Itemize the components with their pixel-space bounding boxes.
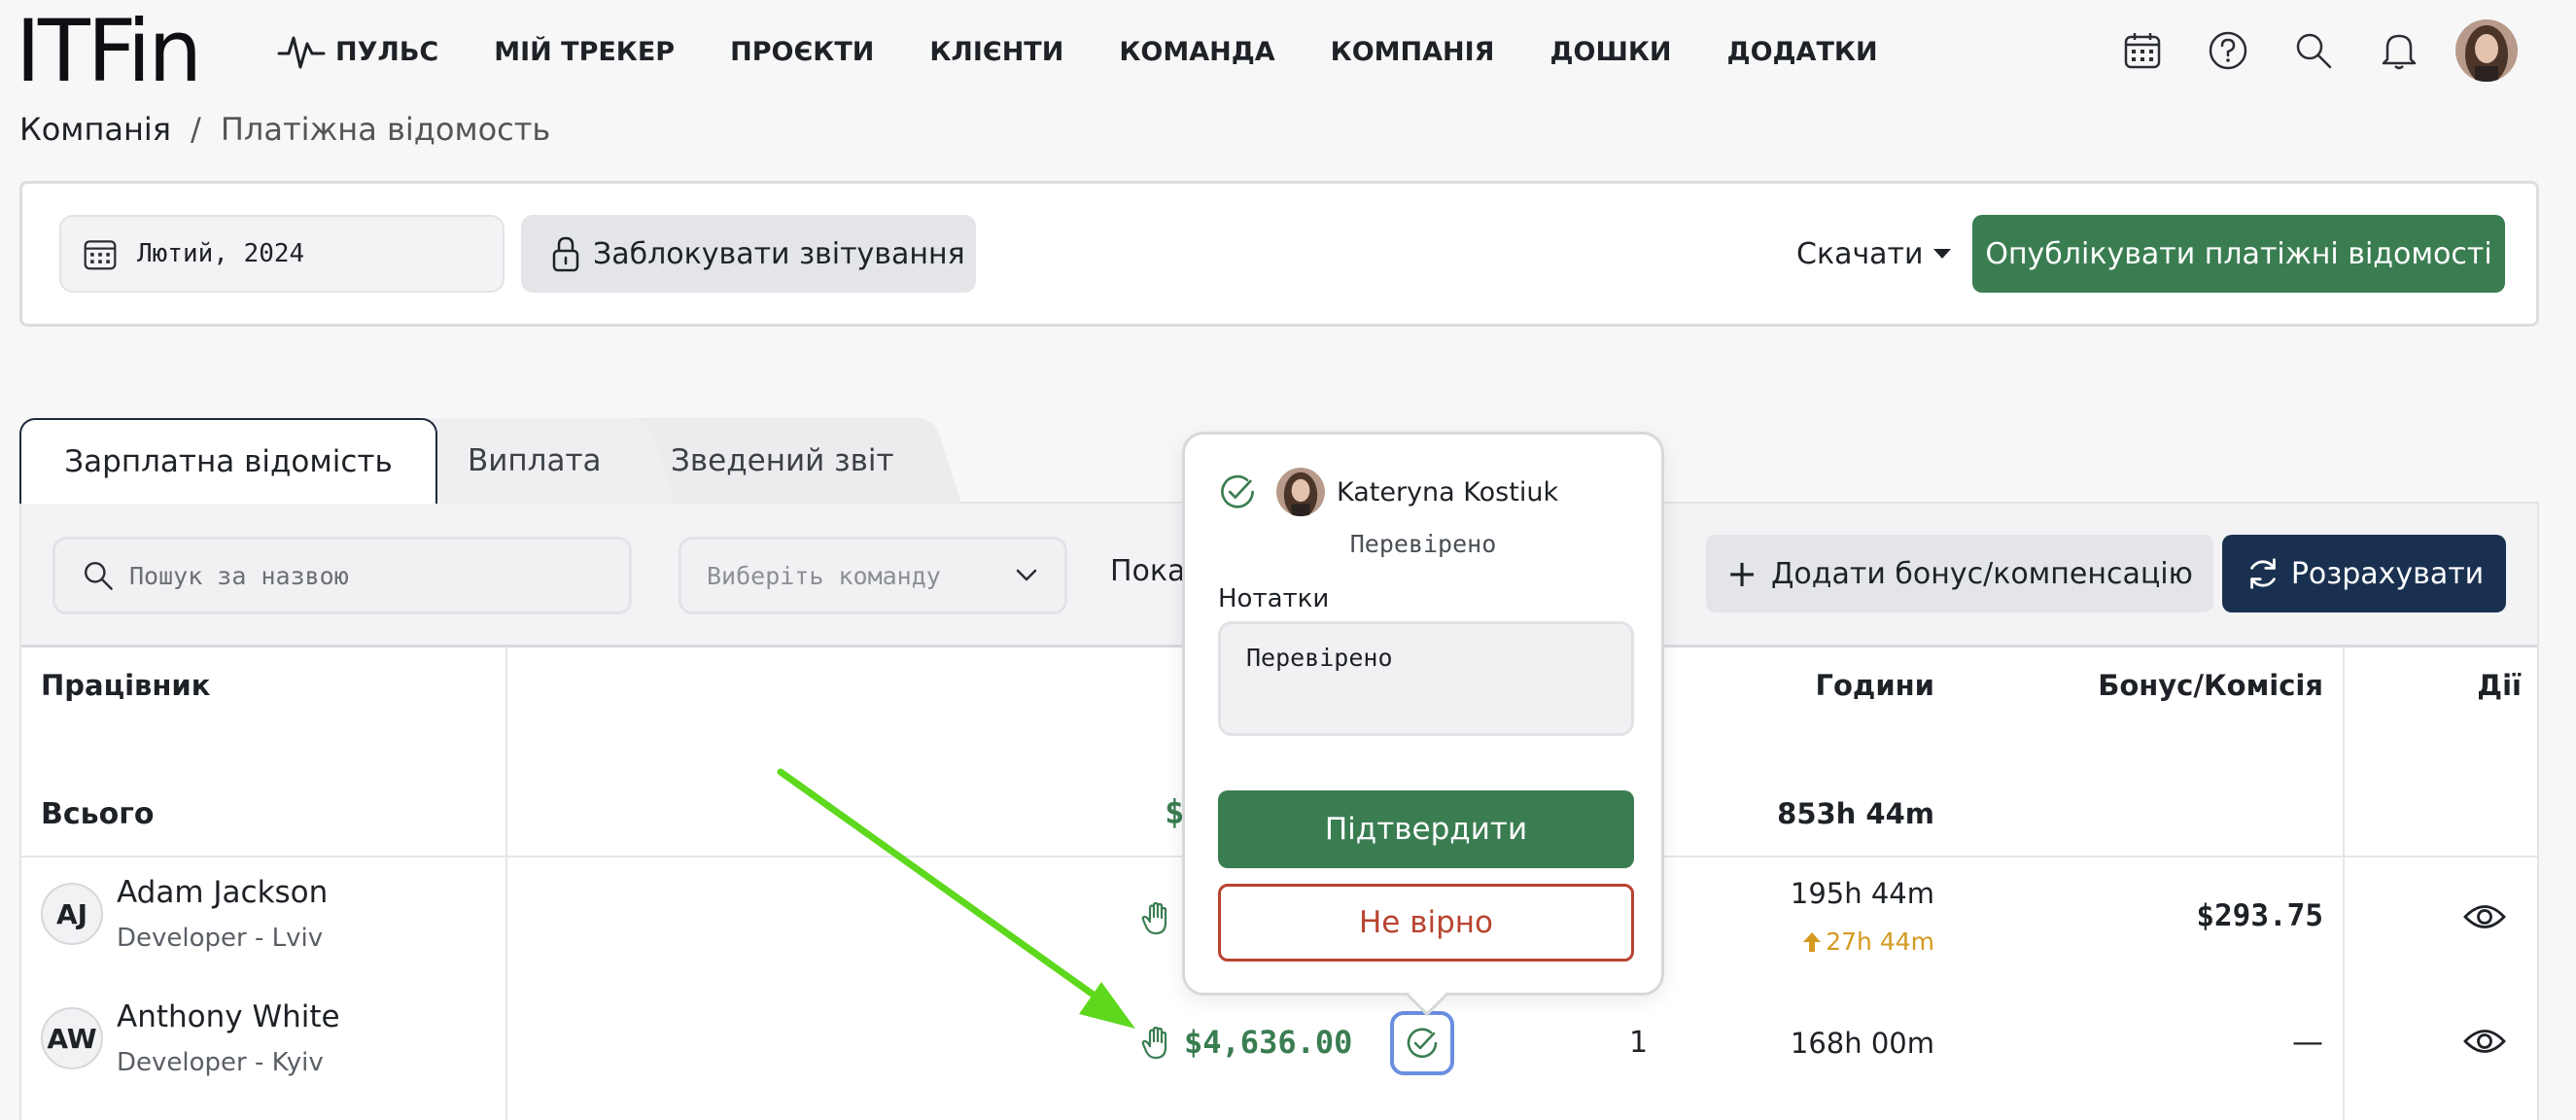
avatar [1276,468,1325,516]
verify-status-button[interactable] [1390,1011,1454,1075]
caret-down-icon [1932,249,1951,259]
header-bonus[interactable]: Бонус/Комісія [2098,669,2323,702]
itfin-logo[interactable]: ITFin [16,0,202,103]
employee-hours: 195h 44m [1790,877,1934,910]
team-placeholder: Виберіть команду [707,561,941,590]
nav-item-label: КОМАНДА [1119,36,1275,67]
nav-item-boards[interactable]: ДОШКИ [1549,37,1671,67]
popover-user: Kateryna Kostiuk [1218,468,1558,516]
download-label: Скачати [1796,236,1924,271]
search-icon[interactable] [2271,18,2356,84]
employee-name: Adam Jackson [117,875,329,910]
breadcrumb-current: Платіжна відомость [220,111,551,148]
header-hours[interactable]: Години [1816,669,1935,702]
employee-count: 1 [1629,1026,1649,1060]
confirm-button[interactable]: Підтвердити [1218,790,1634,868]
eye-icon[interactable] [2463,902,2506,931]
top-icons [2100,18,2518,84]
nav-item-label: КЛІЄНТИ [929,36,1064,67]
help-icon[interactable] [2185,18,2271,84]
plus-icon: + [1726,552,1758,595]
lock-icon [552,236,579,272]
lock-reporting-button[interactable]: Заблокувати звітування [521,215,976,293]
hand-icon[interactable] [1141,1027,1170,1060]
chevron-down-icon [1016,569,1037,581]
table-row-employee[interactable]: AJ Adam Jackson Developer - Lviv [41,875,328,953]
verification-popover: Kateryna Kostiuk Перевірено Нотатки Пере… [1182,432,1664,1017]
nav-item-addons[interactable]: ДОДАТКИ [1727,37,1878,67]
search-placeholder: Пошук за назвою [129,561,349,590]
breadcrumb-root[interactable]: Компанія [19,111,171,148]
total-hours: 853h 44m [1777,797,1934,830]
breadcrumb: Компанія / Платіжна відомость [19,111,550,148]
download-dropdown[interactable]: Скачати [1796,223,1951,285]
incorrect-button[interactable]: Не вірно [1218,884,1634,962]
tab-salary-sheet[interactable]: Зарплатна відомість [19,418,437,504]
team-select[interactable]: Виберіть команду [679,537,1067,614]
column-divider [505,648,507,1120]
employee-role: Developer - Kyiv [117,1048,324,1077]
employee-role: Developer - Lviv [117,924,324,953]
calculate-label: Розрахувати [2290,556,2485,591]
tab-label: Зведений звіт [671,443,894,478]
arrow-up-icon [1803,931,1822,952]
employee-hours: 168h 00m [1790,1027,1934,1060]
eye-icon[interactable] [2463,1027,2506,1056]
header-employee[interactable]: Працівник [41,669,210,702]
nav-item-label: МІЙ ТРЕКЕР [494,36,676,67]
nav-item-team[interactable]: КОМАНДА [1119,37,1274,67]
total-label: Всього [41,797,155,831]
period-picker[interactable]: Лютий, 2024 [59,215,505,293]
hand-icon[interactable] [1141,902,1170,935]
employee-name: Anthony White [117,999,340,1034]
pulse-icon [277,36,326,69]
nav-item-my-tracker[interactable]: МІЙ ТРЕКЕР [494,37,675,67]
lock-reporting-label: Заблокувати звітування [593,236,965,271]
calendar-icon [84,240,117,270]
publish-payroll-button[interactable]: Опублікувати платіжні відомості [1972,215,2505,293]
check-circle-icon [1407,1028,1438,1059]
add-bonus-label: Додати бонус/компенсацію [1770,556,2193,591]
add-bonus-button[interactable]: + Додати бонус/компенсацію [1706,535,2213,612]
tab-label: Виплата [468,443,602,478]
show-label: Пока [1110,554,1186,588]
nav-item-label: ДОДАТКИ [1726,36,1878,67]
user-avatar[interactable] [2455,19,2518,82]
bell-icon[interactable] [2356,18,2442,84]
verification-status: Перевірено [1349,530,1497,558]
tab-label: Зарплатна відомість [64,444,393,479]
employee-bonus: — [2292,1023,2323,1060]
calculate-button[interactable]: Розрахувати [2222,535,2506,612]
employee-bonus: $293.75 [2196,898,2323,933]
check-circle-icon [1221,474,1254,508]
search-icon [85,562,113,590]
nav-item-projects[interactable]: ПРОЄКТИ [730,37,874,67]
avatar: AJ [41,883,103,945]
notes-field[interactable]: Перевірено [1218,621,1634,736]
search-input[interactable]: Пошук за назвою [52,537,632,614]
main-nav: ПУЛЬС МІЙ ТРЕКЕР ПРОЄКТИ КЛІЄНТИ КОМАНДА… [277,27,1933,76]
filter-card: Лютий, 2024 Заблокувати звітування Скача… [19,181,2539,327]
avatar: AW [41,1007,103,1069]
nav-item-label: ДОШКИ [1549,36,1672,67]
overtime-value: 27h 44m [1826,928,1934,956]
nav-item-company[interactable]: КОМПАНІЯ [1331,37,1495,67]
breadcrumb-separator: / [191,111,201,148]
verifier-name: Kateryna Kostiuk [1337,476,1559,508]
nav-item-label: ПУЛЬС [335,36,439,67]
nav-item-label: ПРОЄКТИ [730,36,875,67]
column-divider [2343,648,2345,1120]
nav-item-clients[interactable]: КЛІЄНТИ [929,37,1063,67]
period-value: Лютий, 2024 [137,239,305,268]
refresh-icon [2249,558,2276,589]
nav-item-label: КОМПАНІЯ [1330,36,1495,67]
calendar-icon[interactable] [2100,18,2185,84]
overtime-indicator: 27h 44m [1802,928,1934,956]
nav-item-pulse[interactable]: ПУЛЬС [277,32,438,71]
employee-amount: $4,636.00 [1184,1024,1353,1061]
header-actions: Дії [2477,669,2522,702]
notes-label: Нотатки [1218,584,1330,613]
table-row-employee[interactable]: AW Anthony White Developer - Kyiv [41,999,340,1077]
